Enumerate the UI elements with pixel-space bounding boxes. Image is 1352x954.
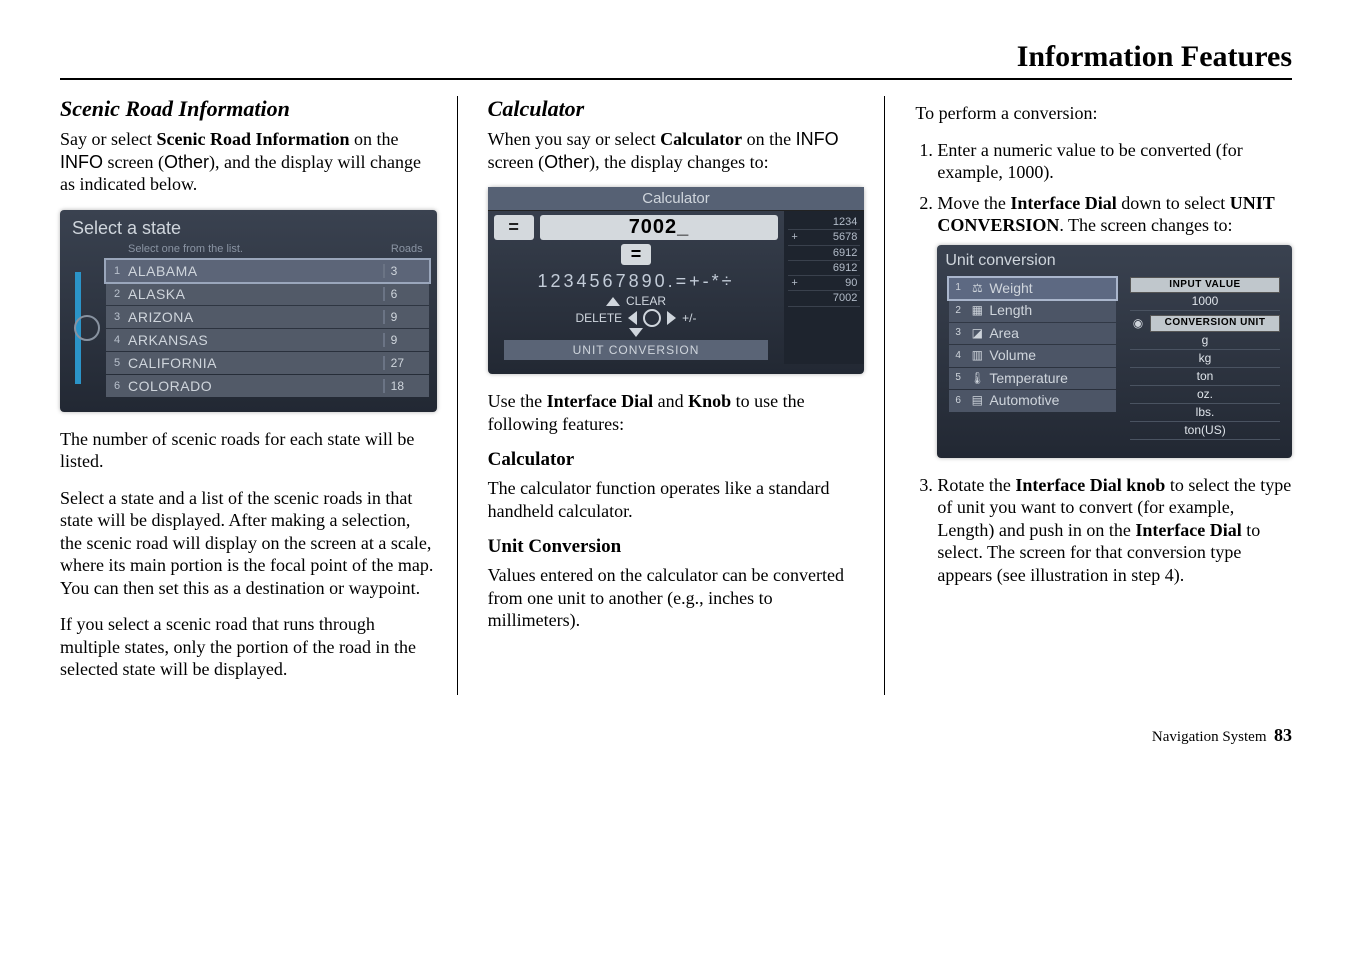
calc-equals-indicator: =	[494, 215, 534, 240]
state-row[interactable]: 3ARIZONA9	[106, 306, 429, 328]
up-arrow-icon[interactable]	[606, 297, 620, 306]
state-row[interactable]: 4ARKANSAS9	[106, 329, 429, 351]
scenic-p2: Select a state and a list of the scenic …	[60, 487, 437, 600]
plusminus-button[interactable]: +/-	[682, 311, 696, 325]
left-arrow-icon[interactable]	[628, 311, 637, 325]
scenic-p1: The number of scenic roads for each stat…	[60, 428, 437, 473]
delete-button[interactable]: DELETE	[575, 311, 622, 325]
uc-category[interactable]: 1⚖Weight	[949, 278, 1116, 300]
scenic-intro: Say or select Scenic Road Information on…	[60, 128, 437, 196]
clear-button[interactable]: CLEAR	[626, 294, 666, 308]
uc-unit[interactable]: ton(US)	[1130, 422, 1280, 440]
input-value-label: INPUT VALUE	[1130, 277, 1280, 294]
dial-icon	[68, 259, 106, 398]
calc-display-value: 7002_	[540, 215, 779, 240]
uc-unit[interactable]: kg	[1130, 350, 1280, 368]
calc-sub1-p: The calculator function operates like a …	[488, 477, 865, 522]
state-row[interactable]: 5CALIFORNIA27	[106, 352, 429, 374]
state-list-screenshot: Select a state Select one from the list.…	[60, 210, 437, 412]
conversion-icon: ◉	[1130, 316, 1146, 331]
calc-tape: 1234+567869126912+907002	[784, 211, 864, 364]
conversion-unit-label: CONVERSION UNIT	[1150, 315, 1280, 332]
uc-category[interactable]: 6▤Automotive	[949, 390, 1116, 412]
calc-sub2-p: Values entered on the calculator can be …	[488, 564, 865, 632]
uc-title: Unit conversion	[945, 251, 1284, 271]
column-2: Calculator When you say or select Calcul…	[488, 96, 886, 695]
uc-category[interactable]: 5🌡Temperature	[949, 368, 1116, 390]
uc-unit[interactable]: oz.	[1130, 386, 1280, 404]
state-list-title: Select a state	[72, 218, 425, 239]
calculator-heading: Calculator	[488, 96, 865, 122]
uc-unit[interactable]: g	[1130, 332, 1280, 350]
calc-title: Calculator	[488, 187, 865, 211]
right-arrow-icon[interactable]	[667, 311, 676, 325]
uc-unit[interactable]: ton	[1130, 368, 1280, 386]
uc-category[interactable]: 2▦Length	[949, 300, 1116, 322]
page-header: Information Features	[60, 40, 1292, 80]
conv-step-2: Move the Interface Dial down to select U…	[937, 192, 1292, 458]
uc-category[interactable]: 4▥Volume	[949, 345, 1116, 367]
calc-sub1: Calculator	[488, 449, 865, 471]
calc-dial-p: Use the Interface Dial and Knob to use t…	[488, 390, 865, 435]
enter-icon[interactable]	[643, 309, 661, 327]
state-row[interactable]: 6COLORADO18	[106, 375, 429, 397]
state-row[interactable]: 2ALASKA6	[106, 283, 429, 305]
uc-category[interactable]: 3◪Area	[949, 323, 1116, 345]
calc-intro: When you say or select Calculator on the…	[488, 128, 865, 173]
uc-unit[interactable]: lbs.	[1130, 404, 1280, 422]
unit-conversion-button[interactable]: UNIT CONVERSION	[504, 340, 769, 360]
conv-step-3: Rotate the Interface Dial knob to select…	[937, 474, 1292, 587]
unit-conversion-screenshot: Unit conversion 1⚖Weight2▦Length3◪Area4▥…	[937, 245, 1292, 458]
conv-step-1: Enter a numeric value to be converted (f…	[937, 139, 1292, 184]
column-3: To perform a conversion: Enter a numeric…	[915, 96, 1292, 695]
state-row[interactable]: 1ALABAMA3	[106, 260, 429, 282]
state-list-col2: Roads	[391, 243, 423, 255]
calc-sub2: Unit Conversion	[488, 536, 865, 558]
scenic-road-heading: Scenic Road Information	[60, 96, 437, 122]
calc-equals-button[interactable]: =	[621, 244, 652, 265]
scenic-p3: If you select a scenic road that runs th…	[60, 613, 437, 681]
conv-lead: To perform a conversion:	[915, 102, 1292, 125]
input-value: 1000	[1130, 293, 1280, 311]
state-list-col1: Select one from the list.	[128, 243, 391, 255]
calc-keypad[interactable]: 1234567890.=+-*÷	[494, 271, 779, 292]
column-1: Scenic Road Information Say or select Sc…	[60, 96, 458, 695]
page-footer: Navigation System 83	[60, 725, 1292, 746]
calculator-screenshot: Calculator = 7002_ = 1234567890.=+-*÷ CL…	[488, 187, 865, 374]
down-arrow-icon[interactable]	[629, 328, 643, 337]
